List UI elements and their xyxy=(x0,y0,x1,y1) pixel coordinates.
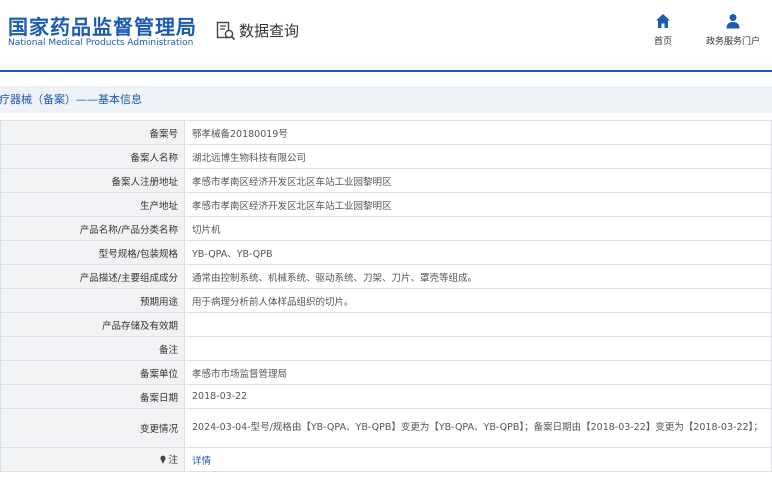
table-row: 预期用途 用于病理分析前人体样品组织的切片。 xyxy=(0,288,772,313)
table-row: 备案日期 2018-03-22 xyxy=(0,384,772,409)
table-row: 生产地址 孝感市孝南区经济开发区北区车站工业园黎明区 xyxy=(0,192,772,217)
row-label: 产品描述/主要组成成分 xyxy=(0,264,185,289)
details-link[interactable]: 详情 xyxy=(192,456,211,467)
home-icon xyxy=(656,14,670,28)
row-value: 切片机 xyxy=(184,216,772,241)
table-row: 注 详情 xyxy=(0,447,772,472)
section-title: 医疗器械（备案）——基本信息 xyxy=(0,86,772,113)
row-label: 预期用途 xyxy=(0,288,185,313)
table-row: 型号规格/包装规格 YB-QPA、YB-QPB xyxy=(0,240,772,265)
note-label: 注 xyxy=(159,452,178,466)
header-divider xyxy=(0,70,772,72)
row-value xyxy=(184,312,772,337)
note-label-text: 注 xyxy=(168,455,178,467)
table-row: 备案人注册地址 孝感市孝南区经济开发区北区车站工业园黎明区 xyxy=(0,168,772,193)
table-row: 备案单位 孝感市市场监督管理局 xyxy=(0,360,772,385)
table-row: 变更情况 2024-03-04-型号/规格由【YB-QPA、YB-QPB】变更为… xyxy=(0,408,772,448)
row-value: 孝感市市场监督管理局 xyxy=(184,360,772,385)
row-label: 型号规格/包装规格 xyxy=(0,240,185,265)
row-value: 用于病理分析前人体样品组织的切片。 xyxy=(184,288,772,313)
data-query-title: 数据查询 xyxy=(239,22,300,40)
site-header: 国家药品监督管理局 National Medical Products Admi… xyxy=(0,0,772,70)
data-query-heading: 数据查询 xyxy=(216,20,299,41)
nav-gov-label: 政务服务门户 xyxy=(705,37,760,47)
table-row: 产品描述/主要组成成分 通常由控制系统、机械系统、驱动系统、刀架、刀片、罩壳等组… xyxy=(0,264,772,289)
row-value: 鄂孝械备20180019号 xyxy=(184,120,772,145)
row-label: 备案单位 xyxy=(0,360,185,385)
section-title-text: 医疗器械（备案）——基本信息 xyxy=(0,93,142,106)
table-row: 产品存储及有效期 xyxy=(0,312,772,337)
change-history-text: 2024-03-04-型号/规格由【YB-QPA、YB-QPB】变更为【YB-Q… xyxy=(192,422,763,433)
nav-gov-service[interactable]: 政务服务门户 xyxy=(698,13,768,47)
pin-icon xyxy=(160,455,167,464)
search-document-icon xyxy=(216,21,236,40)
table-row: 备案号 鄂孝械备20180019号 xyxy=(0,120,772,145)
row-value: 2018-03-22 xyxy=(184,384,772,409)
table-row: 备案人名称 湖北远博生物科技有限公司 xyxy=(0,144,772,169)
row-label: 备案日期 xyxy=(0,384,185,409)
row-label: 备案号 xyxy=(0,120,185,145)
nav-home[interactable]: 首页 xyxy=(646,13,680,47)
nav-home-label: 首页 xyxy=(653,37,672,47)
row-value: 2024-03-04-型号/规格由【YB-QPA、YB-QPB】变更为【YB-Q… xyxy=(184,408,772,448)
info-table: 备案号 鄂孝械备20180019号 备案人名称 湖北远博生物科技有限公司 备案人… xyxy=(0,120,772,472)
user-icon xyxy=(726,14,740,29)
table-row: 产品名称/产品分类名称 切片机 xyxy=(0,216,772,241)
logo-title-cn[interactable]: 国家药品监督管理局 xyxy=(8,11,197,40)
row-value: 孝感市孝南区经济开发区北区车站工业园黎明区 xyxy=(184,192,772,217)
row-label: 备注 xyxy=(0,336,185,361)
row-value: 孝感市孝南区经济开发区北区车站工业园黎明区 xyxy=(184,168,772,193)
row-value: 通常由控制系统、机械系统、驱动系统、刀架、刀片、罩壳等组成。 xyxy=(184,264,772,289)
row-label: 备案人注册地址 xyxy=(0,168,185,193)
row-value: 详情 xyxy=(184,447,772,472)
row-label: 产品存储及有效期 xyxy=(0,312,185,337)
logo-title-en: National Medical Products Administration xyxy=(8,38,194,48)
row-label: 变更情况 xyxy=(0,408,185,448)
row-label: 生产地址 xyxy=(0,192,185,217)
row-value: YB-QPA、YB-QPB xyxy=(184,240,772,265)
row-label: 备案人名称 xyxy=(0,144,185,169)
row-value: 湖北远博生物科技有限公司 xyxy=(184,144,772,169)
row-label-note: 注 xyxy=(0,447,185,472)
row-value xyxy=(184,336,772,361)
row-label: 产品名称/产品分类名称 xyxy=(0,216,185,241)
table-row: 备注 xyxy=(0,336,772,361)
